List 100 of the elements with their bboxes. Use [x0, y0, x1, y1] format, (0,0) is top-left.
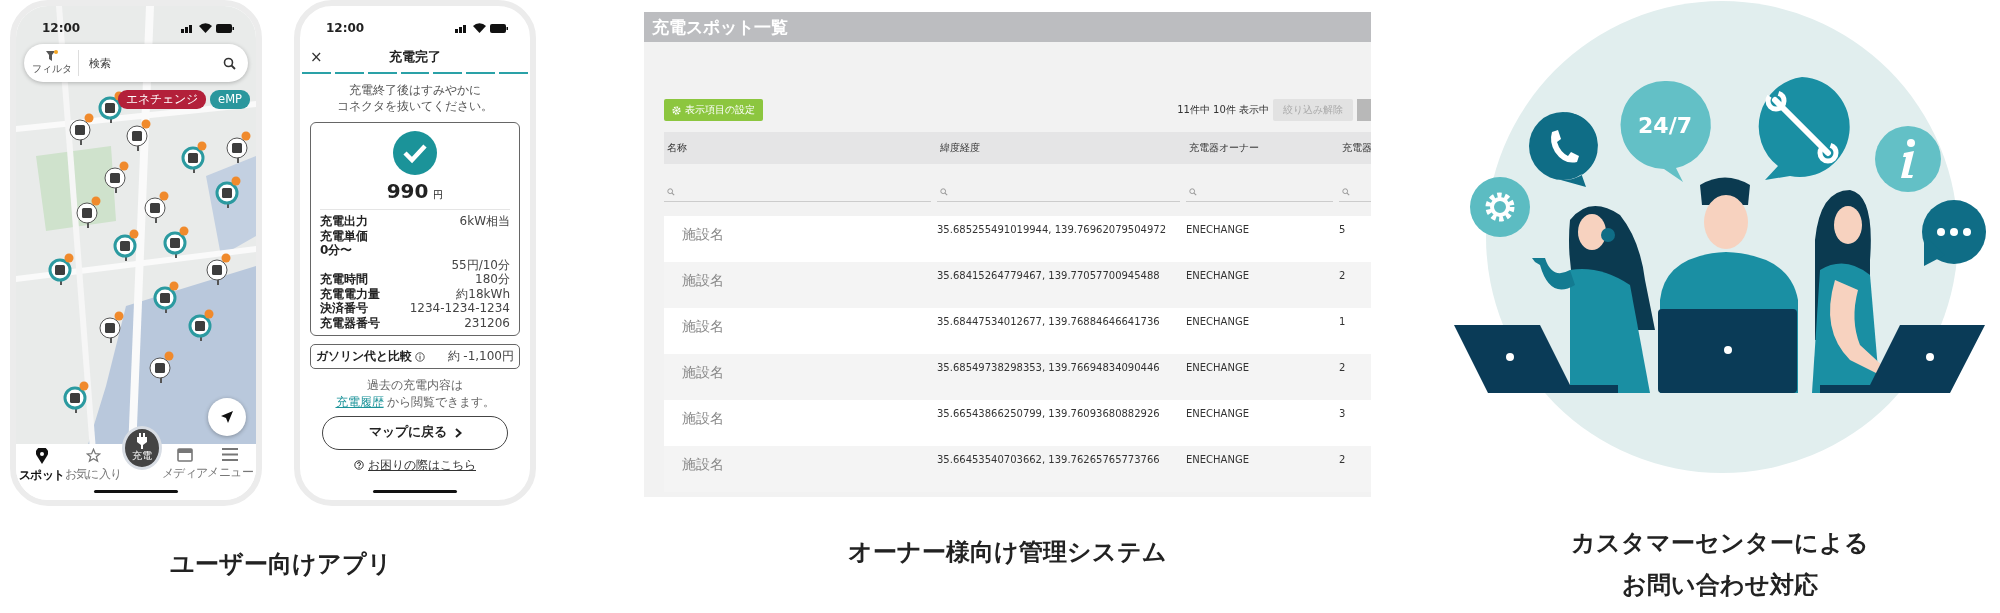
wrench-bubble-icon [1758, 77, 1850, 180]
table-cell-text: 35.68549738298353, 139.76694834090446 [937, 362, 1161, 375]
nav-tab[interactable]: スポット [19, 448, 65, 484]
signal-icon [455, 23, 469, 33]
charging-spot-marker[interactable] [188, 309, 214, 341]
charging-spot-marker[interactable] [113, 229, 139, 261]
detail-label: 充電時間 [320, 272, 368, 287]
column-header[interactable]: 緯度経度 [937, 141, 1186, 155]
caption: カスタマーセンターによる [1571, 527, 1869, 559]
hours-text: 24/7 [1638, 113, 1692, 138]
history-link[interactable]: 充電履歴 [335, 393, 384, 410]
table-cell-text: ENECHANGE [1186, 454, 1250, 467]
charging-spot-marker[interactable] [103, 161, 129, 193]
search-icon [667, 187, 675, 196]
table-cell-text: 施設名 [681, 317, 725, 336]
gear-icon [1470, 177, 1530, 237]
filter-button[interactable]: フィルタ [30, 50, 79, 76]
table-cell-text: 施設名 [681, 225, 725, 244]
charging-spot-marker[interactable] [75, 196, 101, 228]
table-cell-text: ENECHANGE [1186, 362, 1250, 375]
table-row[interactable]: 施設名 35.68447534012677, 139.76884646641736 ENECHANGE 1 [664, 308, 1371, 354]
table-cell-text: 施設名 [681, 271, 725, 290]
laptop-icon [1820, 325, 1985, 393]
caption: オーナー様向け管理システム [848, 537, 1167, 568]
nav-tab[interactable]: お気に入り [64, 448, 122, 483]
caption: お問い合わせ対応 [1622, 569, 1818, 601]
close-button[interactable]: × [310, 48, 323, 66]
table-cell-text: 施設名 [681, 409, 725, 428]
table-cell-text: 2 [1339, 454, 1347, 467]
detail-value: 55円/10分 [451, 257, 510, 273]
signal-icon [181, 23, 195, 33]
charging-spot-marker[interactable] [63, 381, 89, 413]
navigation-arrow-icon [220, 410, 234, 424]
detail-label: 決済番号 [320, 301, 368, 316]
table-cell-text: ENECHANGE [1186, 408, 1250, 421]
detail-value: 231206 [464, 315, 510, 331]
detail-value: 1234-1234-1234 [409, 301, 510, 316]
info-icon[interactable] [415, 351, 425, 362]
charging-spot-marker[interactable] [98, 311, 124, 343]
status-time: 12:00 [326, 21, 365, 35]
table-cell-text: 1 [1339, 316, 1347, 329]
screen-title: 充電完了 [389, 48, 441, 66]
charging-spot-marker[interactable] [163, 226, 189, 258]
charging-spot-marker[interactable] [205, 253, 231, 285]
table-cell-text: 5 [1339, 224, 1347, 237]
caption: ユーザー向けアプリ [170, 548, 392, 580]
charging-spot-marker[interactable] [215, 176, 241, 208]
table-cell-text: 35.685255491019944, 139.76962079504972 [937, 224, 1168, 237]
filter-icon [46, 50, 58, 62]
detail-label: 充電単価 [320, 228, 368, 244]
instruction-text: 充電終了後はすみやかに [349, 82, 481, 99]
table-cell-text: 2 [1339, 270, 1347, 283]
newspaper-icon [176, 448, 193, 462]
search-input[interactable]: 検索 [87, 55, 215, 71]
map-filter-tag[interactable]: エネチェンジ [118, 90, 207, 109]
search-icon [1189, 187, 1197, 196]
history-note: 過去の充電内容は [367, 377, 463, 394]
column-header[interactable]: 充電器オーナー [1186, 141, 1339, 155]
detail-value: 約18kWh [456, 286, 510, 302]
search-icon [940, 187, 948, 196]
amount: 990 [386, 179, 429, 204]
battery-icon [216, 23, 234, 33]
table-cell-text: ENECHANGE [1186, 270, 1250, 283]
star-icon [85, 448, 101, 463]
help-link[interactable]: お困りの際はこちら [368, 456, 476, 474]
charge-button[interactable]: 充電 [121, 426, 162, 470]
table-cell-text: 35.68447534012677, 139.76884646641736 [937, 316, 1161, 329]
column-header[interactable]: 充電器 [1339, 141, 1371, 155]
status-time: 12:00 [42, 21, 81, 35]
chevron-right-icon [454, 427, 462, 438]
comparison-value: 約 -1,100円 [447, 348, 514, 366]
laptop-icon [1454, 325, 1618, 393]
table-cell-text: ENECHANGE [1186, 224, 1250, 237]
detail-label: 充電器番号 [320, 315, 380, 331]
charging-spot-marker[interactable] [225, 131, 251, 163]
search-icon [1342, 187, 1350, 196]
search-bar[interactable]: フィルタ 検索 [24, 44, 248, 82]
page-title: 充電スポット一覧 [652, 15, 788, 39]
table-cell-text: 施設名 [681, 455, 725, 474]
charging-spot-marker[interactable] [143, 191, 169, 223]
table-cell-text: 35.68415264779467, 139.77057700945488 [937, 270, 1161, 283]
charging-spot-marker[interactable] [68, 113, 94, 145]
nav-tab[interactable]: メディア [161, 448, 208, 482]
charging-spot-marker[interactable] [153, 281, 179, 313]
charging-spot-marker[interactable] [181, 141, 207, 173]
table-cell-text: 35.66453540703662, 139.76265765773766 [937, 454, 1161, 467]
charging-spot-marker[interactable] [48, 253, 74, 285]
charging-spot-marker[interactable] [125, 119, 151, 151]
wifi-icon [199, 23, 212, 33]
charging-spot-marker[interactable] [98, 91, 124, 123]
table-row[interactable]: 施設名 35.66543866250799, 139.76093680882926 ENECHANGE 3 [664, 400, 1371, 446]
table-cell-text: ENECHANGE [1186, 316, 1250, 329]
column-header[interactable]: 名称 [664, 141, 937, 155]
table-row[interactable]: 施設名 35.685255491019944, 139.76962079504972 ENECHANGE 5 [664, 216, 1371, 262]
charging-spot-marker[interactable] [148, 351, 174, 383]
nav-tab[interactable]: メニュー [207, 448, 253, 481]
detail-value: 6kW相当 [459, 214, 510, 229]
detail-value: 180分 [475, 272, 510, 287]
back-to-map-button[interactable]: マップに戻る [322, 415, 508, 450]
table-cell-text: 3 [1339, 408, 1347, 421]
